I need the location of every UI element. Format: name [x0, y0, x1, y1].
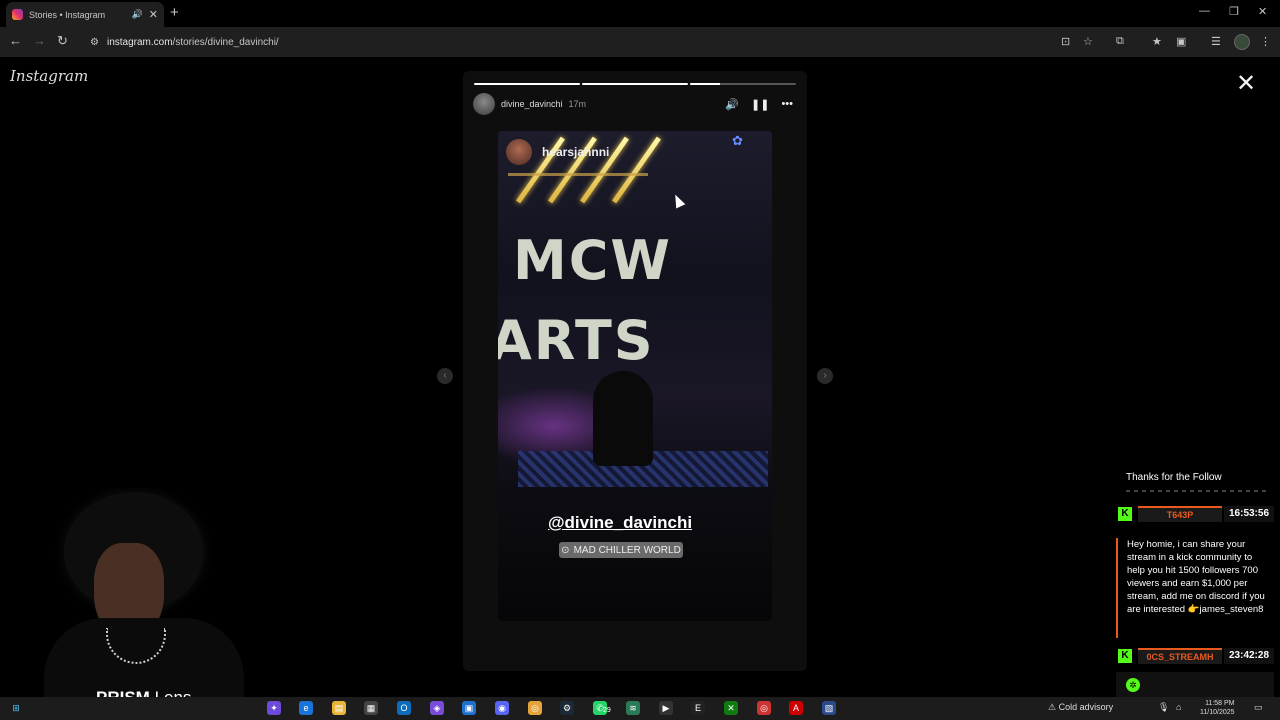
tab-title: Stories • Instagram — [29, 9, 106, 20]
profile-avatar[interactable] — [1234, 34, 1250, 50]
weather-widget[interactable]: ⚠ Cold advisory — [1048, 702, 1113, 713]
system-clock[interactable]: 11:58 PM 11/10/2025 — [1200, 699, 1235, 717]
app-icon[interactable]: ▧ — [822, 701, 836, 715]
webcam-overlay: PRISM Lens — [44, 488, 244, 720]
audio-playing-icon[interactable]: 🔊 — [132, 9, 143, 20]
browser-toolbar: ← → ↻ ⚙ instagram.com/stories/divine_dav… — [0, 27, 1280, 57]
story-time-ago: 17m — [568, 99, 587, 109]
chat-message-text: Hey homie, i can share your stream in a … — [1116, 538, 1274, 638]
tab-strip: Stories • Instagram 🔊 ✕ + — ❐ ✕ — [0, 0, 1280, 27]
window-close-button[interactable]: ✕ — [1258, 5, 1267, 18]
epic-games-icon[interactable]: E — [691, 701, 705, 715]
user-tag-sticker[interactable]: @divine_davinchi — [498, 513, 742, 533]
xbox-icon[interactable]: ✕ — [724, 701, 738, 715]
kick-logo-icon: K — [1118, 507, 1132, 521]
instagram-logo[interactable]: Instagram — [10, 67, 88, 85]
app-icon[interactable]: ▦ — [364, 701, 378, 715]
minimize-button[interactable]: — — [1199, 5, 1210, 17]
edge-icon[interactable]: e — [299, 701, 313, 715]
chat-divider — [1126, 490, 1266, 492]
clock-date: 11/10/2025 — [1200, 709, 1235, 716]
app-icon[interactable]: ◈ — [430, 701, 444, 715]
app-icon[interactable]: ≋ — [626, 701, 640, 715]
chat-username: T643P — [1138, 506, 1222, 522]
new-tab-button[interactable]: + — [170, 4, 179, 21]
windows-taskbar: ⊞ ✦ e ▤ ▦ O ◈ ▣ ◉ ◎ ⚙ ✆ 29 ≋ ▶ E ✕ ◎ A ▧… — [0, 697, 1280, 720]
gear-icon: ✲ — [1126, 678, 1140, 692]
story-header: divine_davinchi 17m 🔊 ❚❚ ••• — [473, 93, 797, 115]
chat-timestamp: 16:53:56 — [1224, 506, 1274, 522]
chat-message-header: K 0CS_STREAMH 23:42:28 — [1116, 647, 1274, 665]
chat-follow-banner: Thanks for the Follow — [1126, 472, 1222, 483]
progress-segment — [582, 83, 688, 85]
outlook-icon[interactable]: O — [397, 701, 411, 715]
forward-button[interactable]: → — [33, 33, 46, 48]
next-story-arrow-icon[interactable]: › — [817, 368, 833, 384]
truss-bar — [508, 173, 648, 176]
location-pin-icon: ⊙ — [561, 544, 570, 556]
chrome-active-icon[interactable]: ◎ — [757, 701, 771, 715]
story-card[interactable]: divine_davinchi 17m 🔊 ❚❚ ••• MCW ARTS he… — [463, 71, 807, 671]
close-stories-icon[interactable]: ✕ — [1236, 69, 1256, 98]
previous-story-arrow-icon[interactable]: ‹ — [437, 368, 453, 384]
mention-avatar[interactable] — [506, 139, 532, 165]
store-icon[interactable]: ▣ — [462, 701, 476, 715]
restore-button[interactable]: ❐ — [1229, 5, 1239, 18]
microphone-icon[interactable]: 🎙 — [1158, 702, 1169, 713]
story-media: MCW ARTS hearsjahnni ✿ @divine_davinchi … — [498, 131, 772, 621]
chat-timestamp: 23:42:28 — [1224, 648, 1274, 664]
progress-segment — [474, 83, 580, 85]
tab-instagram-stories[interactable]: Stories • Instagram 🔊 ✕ — [6, 2, 164, 27]
extensions-icon[interactable]: ⧉ — [1116, 35, 1124, 48]
location-sticker[interactable]: ⊙ MAD CHILLER WORLD — [559, 542, 683, 558]
address-bar[interactable]: ⚙ instagram.com/stories/divine_davinchi/ — [80, 30, 1080, 54]
chat-message-header: K T643P 16:53:56 — [1116, 505, 1274, 523]
chrome-icon[interactable]: ◎ — [528, 701, 542, 715]
back-button[interactable]: ← — [9, 33, 22, 48]
favorites-icon[interactable]: ★ — [1152, 35, 1162, 48]
performer-silhouette — [593, 371, 653, 466]
network-icon[interactable]: ⌂ — [1176, 702, 1181, 712]
notification-icon[interactable]: ▭ — [1254, 702, 1263, 713]
tab-close-icon[interactable]: ✕ — [149, 8, 158, 21]
story-progress-bars — [474, 83, 796, 85]
sticker-icon: ✿ — [732, 133, 743, 148]
weather-icon: ⚠ — [1048, 702, 1059, 712]
install-app-icon[interactable]: ⊡ — [1061, 35, 1070, 48]
copilot-icon[interactable]: ✦ — [267, 701, 281, 715]
pause-icon[interactable]: ❚❚ — [751, 98, 769, 111]
story-user-avatar[interactable] — [473, 93, 495, 115]
discord-icon[interactable]: ◉ — [495, 701, 509, 715]
venue-sign-line-2: ARTS — [498, 309, 655, 372]
reload-button[interactable]: ↻ — [57, 33, 68, 49]
volume-icon[interactable]: 🔊 — [725, 98, 739, 111]
url-text: instagram.com/stories/divine_davinchi/ — [106, 36, 279, 48]
site-info-icon[interactable]: ⚙ — [90, 37, 99, 48]
location-name: MAD CHILLER WORLD — [573, 544, 681, 556]
clock-time: 11:58 PM — [1205, 700, 1235, 707]
mention-username[interactable]: hearsjahnni — [542, 145, 609, 159]
venue-sign-line-1: MCW — [513, 229, 672, 292]
more-options-icon[interactable]: ••• — [781, 98, 793, 111]
steam-icon[interactable]: ⚙ — [560, 701, 574, 715]
instagram-favicon-icon — [12, 9, 23, 20]
story-username[interactable]: divine_davinchi — [501, 99, 563, 109]
windows-start-icon[interactable]: ⊞ — [9, 701, 23, 715]
bookmark-star-icon[interactable]: ☆ — [1083, 35, 1093, 48]
stream-chat-overlay: Thanks for the Follow K T643P 16:53:56 H… — [1116, 466, 1274, 702]
media-player-icon[interactable]: ▶ — [659, 701, 673, 715]
split-screen-icon[interactable]: ▣ — [1176, 35, 1186, 48]
kick-logo-icon: K — [1118, 649, 1132, 663]
file-explorer-icon[interactable]: ▤ — [332, 701, 346, 715]
reading-list-icon[interactable]: ☰ — [1211, 35, 1221, 48]
progress-segment — [690, 83, 796, 85]
chat-message-body: ✲ — [1116, 672, 1274, 698]
chat-username: 0CS_STREAMH — [1138, 648, 1222, 664]
browser-menu-icon[interactable]: ⋮ — [1260, 35, 1271, 48]
whatsapp-badge: 29 — [603, 707, 611, 714]
adobe-icon[interactable]: A — [789, 701, 803, 715]
